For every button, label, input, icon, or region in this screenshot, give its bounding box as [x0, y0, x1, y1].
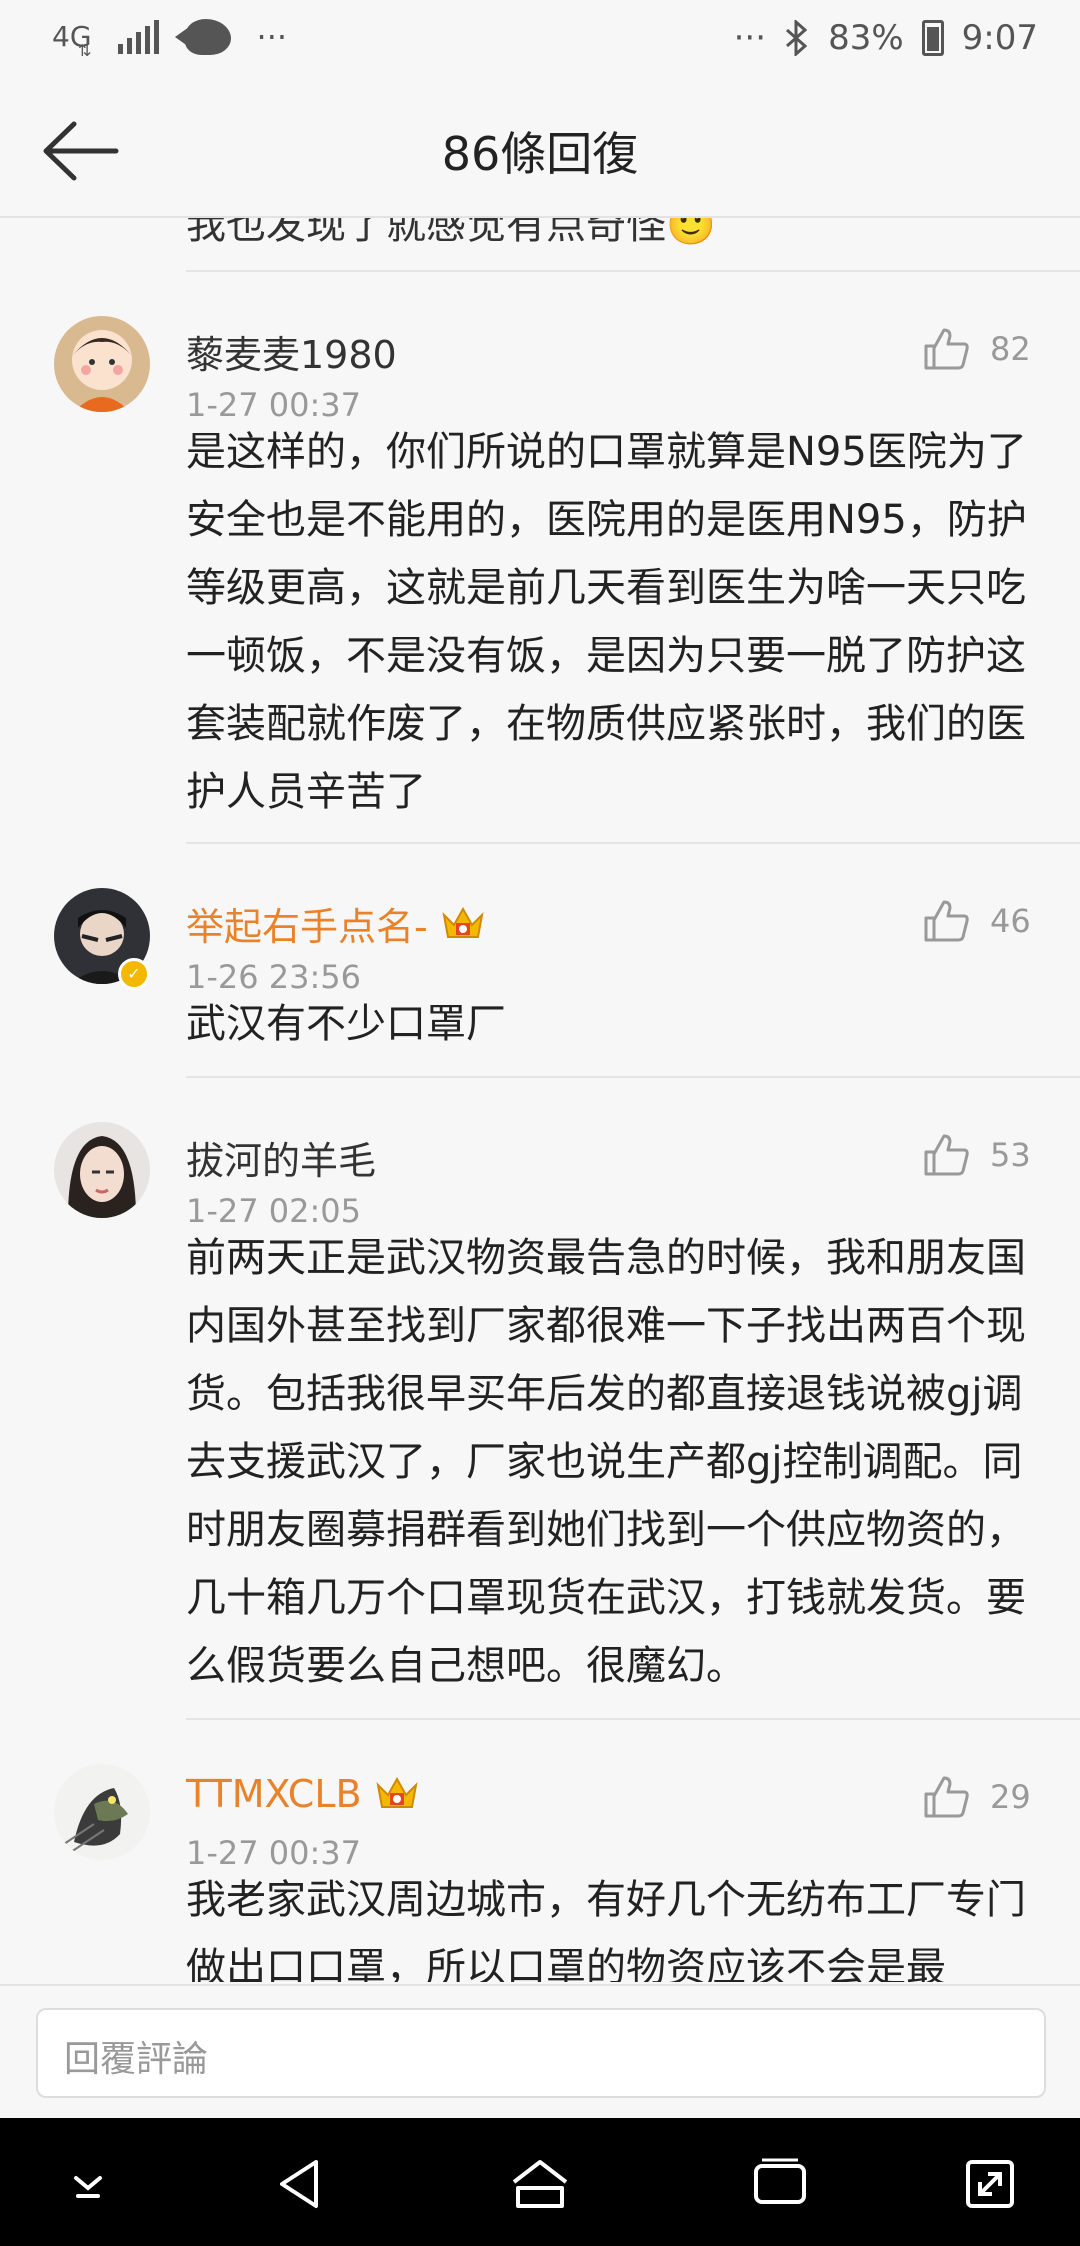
home-nav-icon[interactable]: [508, 2152, 572, 2216]
comment-text: 前两天正是武汉物资最告急的时候，我和朋友国内国外甚至找到厂家都很难一下子找出两百…: [186, 1235, 1026, 1689]
more-status: ···: [733, 18, 767, 58]
like-count: 46: [990, 902, 1031, 940]
like-button[interactable]: 29: [922, 1774, 1031, 1820]
comment-text: 我老家武汉周边城市，有好几个无纺布工厂专门做出口口罩，所以口罩的物资应该不会是最: [186, 1877, 1026, 1982]
signal-icon: [117, 20, 159, 54]
like-button[interactable]: 82: [922, 326, 1031, 372]
hide-keyboard-icon[interactable]: [56, 2152, 120, 2216]
bluetooth-icon: [786, 20, 808, 56]
username[interactable]: 藜麦麦1980: [186, 324, 397, 379]
like-count: 29: [990, 1778, 1031, 1816]
clock: 9:07: [961, 18, 1038, 58]
comment-text: 武汉有不少口罩厂: [186, 1001, 506, 1047]
partial-comment-text: 我也发现了就感觉有点奇怪🙂: [186, 218, 716, 248]
crown-icon: [442, 906, 484, 938]
recents-nav-icon[interactable]: [748, 2152, 812, 2216]
like-button[interactable]: 53: [922, 1132, 1031, 1178]
system-nav-bar: [0, 2118, 1080, 2246]
reply-placeholder: 回覆評論: [64, 2039, 209, 2080]
username[interactable]: 拔河的羊毛: [186, 1130, 376, 1185]
comment-text: 是这样的，你们所说的口罩就算是N95医院为了安全也是不能用的，医院用的是医用N9…: [186, 429, 1027, 815]
back-nav-icon[interactable]: [268, 2152, 332, 2216]
battery-icon: [921, 20, 944, 56]
page-title: 86條回復: [441, 127, 639, 181]
thumbs-up-icon: [924, 900, 969, 942]
comment-item: TTMXCLB 1-27 00:37 29 我老家武汉周边城市，有好几个无纺布工…: [0, 1718, 1080, 1982]
like-count: 53: [990, 1136, 1031, 1174]
expand-nav-icon[interactable]: [958, 2152, 1022, 2216]
thumbs-up-icon: [924, 1134, 969, 1176]
reply-input[interactable]: 回覆評論: [36, 2008, 1046, 2098]
app-notification-icon: [174, 19, 231, 55]
comment-item: 拔河的羊毛 1-27 02:05 53 前两天正是武汉物资最告急的时候，我和朋友…: [0, 1076, 1080, 1689]
like-button[interactable]: 46: [922, 898, 1031, 944]
battery-percent: 83%: [828, 18, 904, 58]
more-notifications: ···: [256, 18, 288, 56]
username[interactable]: TTMXCLB: [186, 1772, 420, 1816]
like-count: 82: [990, 330, 1031, 368]
avatar[interactable]: [54, 1764, 150, 1860]
avatar[interactable]: [54, 1122, 150, 1218]
thumbs-up-icon: [924, 1776, 969, 1818]
header: 86條回復: [0, 88, 1080, 218]
avatar[interactable]: [54, 316, 150, 412]
verified-badge-icon: ✓: [118, 958, 150, 990]
reply-bar: 回覆評論: [0, 1984, 1080, 2118]
username[interactable]: 举起右手点名-: [186, 896, 486, 951]
comment-item: 藜麦麦1980 1-27 00:37 82 是这样的，你们所说的口罩就算是N95…: [0, 270, 1080, 828]
comment-item: ✓ 举起右手点名- 1-26 23:56 46 武汉有不少口罩厂: [0, 842, 1080, 1047]
comment-list[interactable]: 我也发现了就感觉有点奇怪🙂 藜麦麦1980 1-27 00:37 82 是这样的…: [0, 218, 1080, 1982]
network-indicator: 4G ⇅: [52, 20, 92, 61]
thumbs-up-icon: [924, 328, 969, 370]
crown-icon: [376, 1776, 418, 1808]
status-bar: 4G ⇅ ··· ··· 83% 9:07: [0, 0, 1080, 88]
